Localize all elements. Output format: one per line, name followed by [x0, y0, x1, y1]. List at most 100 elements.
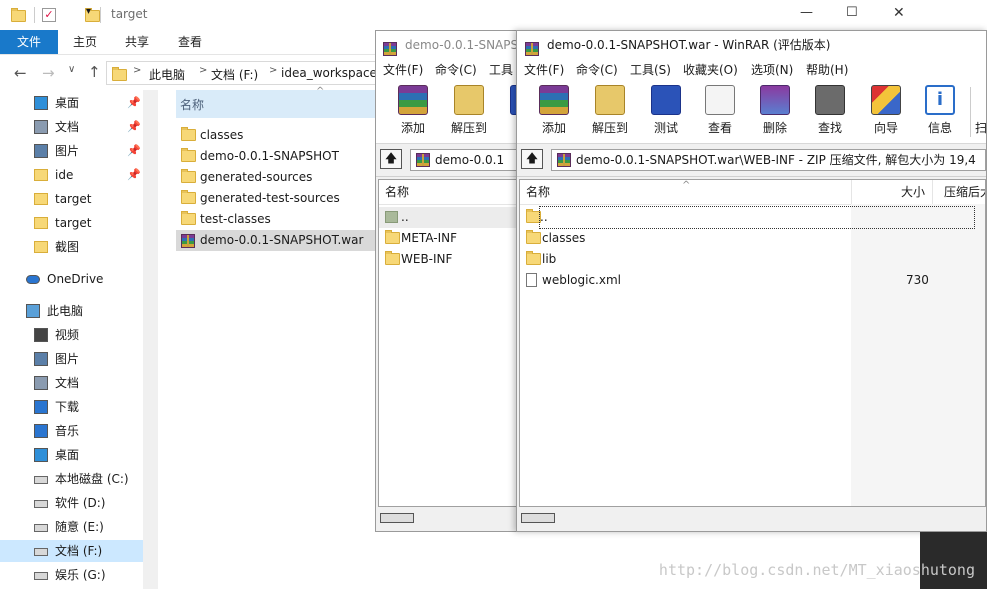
- menu-options[interactable]: 选项(N): [751, 59, 793, 81]
- sidebar-item[interactable]: 本地磁盘 (C:): [0, 468, 143, 490]
- path-box[interactable]: demo-0.0.1-SNAPSHOT.war\WEB-INF - ZIP 压缩…: [551, 149, 986, 171]
- sidebar-item[interactable]: target: [0, 212, 143, 234]
- pin-icon[interactable]: 📌: [127, 164, 141, 186]
- list-item[interactable]: weblogic.xml 730 2: [520, 270, 985, 291]
- menu-tools[interactable]: 工具: [489, 59, 513, 81]
- sidebar-item[interactable]: 图片 📌: [0, 140, 143, 162]
- menu-tools[interactable]: 工具(S): [630, 59, 671, 81]
- sidebar-item[interactable]: 下载: [0, 396, 143, 418]
- sidebar-item[interactable]: 文档 (F:): [0, 540, 143, 562]
- toolbar-label: 查找: [817, 121, 842, 135]
- winrar-window-background[interactable]: demo-0.0.1-SNAPS 文件(F) 命令(C) 工具 添加 解压到 测…: [375, 30, 535, 532]
- sidebar-item-label: target: [55, 192, 92, 206]
- item-name: weblogic.xml: [542, 273, 621, 287]
- sidebar-item-label: target: [55, 216, 92, 230]
- folder-icon: [112, 67, 127, 81]
- test-button[interactable]: 测试: [643, 83, 689, 141]
- sidebar-item[interactable]: 桌面: [0, 444, 143, 466]
- extract-to-button[interactable]: 解压到: [587, 83, 633, 141]
- list-item[interactable]: ..: [520, 206, 985, 229]
- list-item[interactable]: META-INF: [379, 228, 533, 249]
- sidebar-item[interactable]: 桌面 📌: [0, 92, 143, 114]
- sidebar-item[interactable]: 图片: [0, 348, 143, 370]
- tab-home[interactable]: 主页: [60, 30, 110, 54]
- maximize-button[interactable]: ☐: [846, 5, 858, 20]
- drive-status-icon[interactable]: [380, 513, 414, 523]
- column-packed[interactable]: 压缩后大: [944, 180, 985, 204]
- column-name[interactable]: 名称: [526, 180, 550, 204]
- find-button[interactable]: 查找: [807, 83, 853, 141]
- view-button[interactable]: 查看: [697, 83, 743, 141]
- minimize-button[interactable]: —: [800, 5, 813, 20]
- pin-icon[interactable]: 📌: [127, 92, 141, 114]
- sidebar-item[interactable]: 文档: [0, 372, 143, 394]
- sidebar-item[interactable]: 此电脑: [0, 300, 143, 322]
- sidebar-item[interactable]: 音乐: [0, 420, 143, 442]
- menu-file[interactable]: 文件(F): [383, 59, 423, 81]
- wizard-button[interactable]: 向导: [863, 83, 909, 141]
- column-size[interactable]: 大小: [901, 180, 925, 204]
- menu-help[interactable]: 帮助(H): [806, 59, 848, 81]
- address-box[interactable]: > 此电脑 > 文档 (F:) > idea_workspace: [106, 61, 378, 85]
- sidebar-item-label: ide: [55, 168, 74, 182]
- sidebar-item[interactable]: 文档 📌: [0, 116, 143, 138]
- tab-share[interactable]: 共享: [112, 30, 162, 54]
- sidebar-item[interactable]: 截图: [0, 236, 143, 258]
- file-list-item[interactable]: demo-0.0.1-SNAPSHOT.war: [176, 230, 378, 251]
- sidebar-item-label: 此电脑: [47, 304, 84, 318]
- tab-file[interactable]: 文件: [0, 30, 58, 54]
- drive-status-icon[interactable]: [521, 513, 555, 523]
- list-item[interactable]: classes: [520, 228, 985, 249]
- add-button[interactable]: 添加: [390, 83, 436, 141]
- menu-commands[interactable]: 命令(C): [435, 59, 477, 81]
- file-name: generated-test-sources: [200, 191, 340, 205]
- scan-button[interactable]: 扫: [973, 83, 986, 141]
- name-column-header[interactable]: 名称: [379, 180, 533, 205]
- pictures-icon: [34, 352, 48, 366]
- close-button[interactable]: ✕: [893, 5, 905, 21]
- menu-file[interactable]: 文件(F): [524, 59, 564, 81]
- delete-button[interactable]: 删除: [752, 83, 798, 141]
- pin-icon[interactable]: 📌: [127, 140, 141, 162]
- quick-access-dropdown-icon[interactable]: ▾: [86, 6, 91, 17]
- sidebar-item[interactable]: 娱乐 (G:): [0, 564, 143, 586]
- up-one-level-button[interactable]: 🡅: [521, 149, 543, 169]
- tab-view[interactable]: 查看: [164, 30, 216, 54]
- breadcrumb-this-pc[interactable]: 此电脑: [149, 66, 185, 83]
- list-item[interactable]: lib: [520, 249, 985, 270]
- toolbar-label: 添加: [541, 121, 566, 135]
- list-item[interactable]: WEB-INF: [379, 249, 533, 270]
- drive-icon: [34, 524, 48, 532]
- info-button[interactable]: i 信息: [917, 83, 963, 141]
- list-item[interactable]: ..: [379, 207, 533, 228]
- separator: [970, 87, 971, 137]
- add-icon: [398, 85, 428, 115]
- up-arrow-icon[interactable]: ↑: [88, 63, 101, 81]
- sidebar-item[interactable]: 随意 (E:): [0, 516, 143, 538]
- pin-icon[interactable]: 📌: [127, 116, 141, 138]
- winrar-status-bar: [376, 507, 534, 531]
- menu-favorites[interactable]: 收藏夹(O): [683, 59, 738, 81]
- menu-commands[interactable]: 命令(C): [576, 59, 618, 81]
- add-button[interactable]: 添加: [531, 83, 577, 141]
- breadcrumb-drive-f[interactable]: 文档 (F:): [211, 66, 258, 83]
- sidebar-item[interactable]: OneDrive: [0, 268, 143, 290]
- sidebar-item[interactable]: 视频: [0, 324, 143, 346]
- sidebar-item[interactable]: ide 📌: [0, 164, 143, 186]
- forward-arrow-icon[interactable]: →: [42, 64, 55, 82]
- item-name: classes: [542, 231, 586, 245]
- back-arrow-icon[interactable]: ←: [14, 64, 27, 82]
- name-column-header[interactable]: 名称 ^: [176, 86, 378, 118]
- window-title: target: [111, 7, 148, 21]
- sidebar-item[interactable]: target: [0, 188, 143, 210]
- properties-icon[interactable]: ✓: [42, 8, 56, 22]
- separator: [34, 7, 35, 23]
- winrar-window[interactable]: demo-0.0.1-SNAPSHOT.war - WinRAR (评估版本) …: [516, 30, 987, 532]
- up-one-level-button[interactable]: 🡅: [380, 149, 402, 169]
- breadcrumb-workspace[interactable]: idea_workspace: [281, 66, 377, 80]
- sidebar-item[interactable]: 软件 (D:): [0, 492, 143, 514]
- navigation-scrollbar[interactable]: [143, 90, 158, 589]
- drive-icon: [34, 548, 48, 556]
- extract-to-button[interactable]: 解压到: [446, 83, 492, 141]
- recent-dropdown-icon[interactable]: ∨: [68, 64, 75, 75]
